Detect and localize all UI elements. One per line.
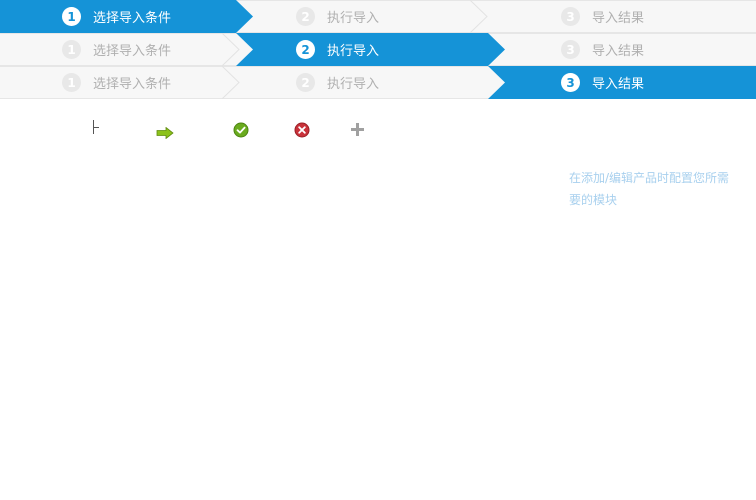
step-1-item[interactable]: 1 选择导入条件 (62, 67, 171, 98)
step-number-badge: 3 (561, 40, 580, 59)
stepbar-step1-active: 1 选择导入条件 2 执行导入 3 导入结果 (0, 0, 756, 33)
step-label: 执行导入 (327, 44, 380, 59)
step-label: 导入结果 (592, 11, 645, 26)
step-3-item[interactable]: 3 导入结果 (561, 1, 644, 32)
step-label: 选择导入条件 (93, 77, 172, 92)
stepbar-divider (222, 66, 242, 99)
arrow-right-icon[interactable] (156, 124, 174, 143)
step-number-badge: 1 (62, 40, 81, 59)
step-label: 导入结果 (592, 77, 645, 92)
step-number-badge: 2 (296, 73, 315, 92)
step-2-item[interactable]: 2 执行导入 (296, 34, 379, 65)
step-2-item[interactable]: 2 执行导入 (296, 1, 379, 32)
step-label: 选择导入条件 (93, 44, 172, 59)
step-label: 执行导入 (327, 11, 380, 26)
close-circle-icon[interactable] (294, 122, 310, 142)
tree-line-icon (92, 120, 100, 140)
step-3-item[interactable]: 3 导入结果 (561, 67, 644, 98)
stepbar-step3-active: 1 选择导入条件 2 执行导入 3 导入结果 (0, 66, 756, 99)
stepbar-divider (470, 0, 490, 33)
step-label: 选择导入条件 (93, 11, 172, 26)
module-config-hint: 在添加/编辑产品时配置您所需要的模块 (569, 171, 730, 207)
step-1-item[interactable]: 1 选择导入条件 (62, 34, 171, 65)
step-label: 执行导入 (327, 77, 380, 92)
check-circle-icon[interactable] (233, 122, 249, 142)
step-number-badge: 2 (296, 40, 315, 59)
step-label: 导入结果 (592, 44, 645, 59)
step-number-badge: 1 (62, 7, 81, 26)
step-1-item[interactable]: 1 选择导入条件 (62, 1, 171, 32)
stepbar-step2-active: 1 选择导入条件 2 执行导入 3 导入结果 (0, 33, 756, 66)
step-number-badge: 3 (561, 7, 580, 26)
plus-icon[interactable] (350, 122, 365, 141)
step-number-badge: 1 (62, 73, 81, 92)
step-2-item[interactable]: 2 执行导入 (296, 67, 379, 98)
step-number-badge: 2 (296, 7, 315, 26)
step-number-badge: 3 (561, 73, 580, 92)
step-3-item[interactable]: 3 导入结果 (561, 34, 644, 65)
